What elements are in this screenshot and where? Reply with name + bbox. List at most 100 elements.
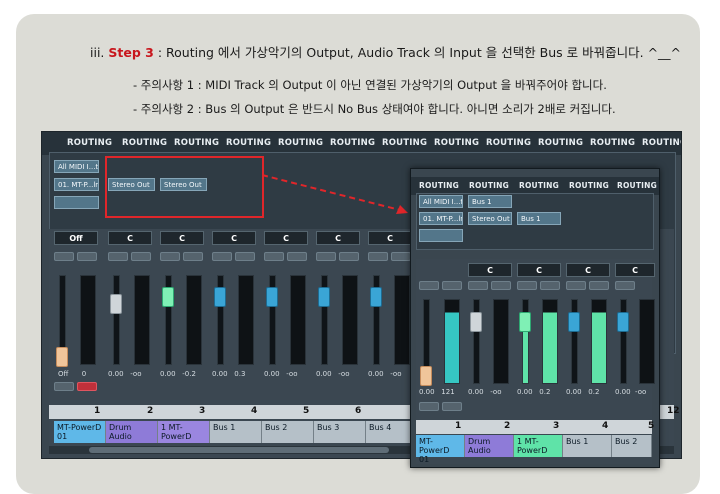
level-meter [238,275,254,365]
routing-label: ROUTING [469,181,509,190]
level-meter [80,275,96,365]
mute-button[interactable] [368,252,388,261]
pan-display[interactable]: C [368,231,412,245]
routing-output-button[interactable]: 01. MT-P...ln [419,212,463,225]
solo-button[interactable] [235,252,255,261]
routing-label: ROUTING [226,138,272,148]
channel-number: 6 [355,406,362,416]
mute-button[interactable] [419,281,439,290]
mute-button[interactable] [517,281,537,290]
mute-button[interactable] [212,252,232,261]
pan-display[interactable]: C [468,263,512,277]
routing-output-button[interactable]: Stereo Out [468,212,512,225]
track-name[interactable]: Drum Audio [106,421,158,443]
fader-handle[interactable] [56,347,68,367]
solo-button[interactable] [339,252,359,261]
mute-button[interactable] [316,252,336,261]
mute-button[interactable] [160,252,180,261]
mute-button[interactable] [468,281,488,290]
fader-handle[interactable] [370,287,382,307]
routing-label: ROUTING [590,138,636,148]
pan-display[interactable]: C [316,231,360,245]
pan-display[interactable]: C [160,231,204,245]
routing-label: ROUTING [382,138,428,148]
track-name[interactable]: 1 MT-PowerD [514,435,563,457]
level-meter [493,299,509,384]
pan-display[interactable]: C [108,231,152,245]
routing-label: ROUTING [617,181,657,190]
routing-input-button[interactable]: Bus 1 [468,195,512,208]
track-name[interactable]: Bus 1 [210,421,262,443]
level-meter [639,299,655,384]
mute-button[interactable] [264,252,284,261]
track-name[interactable]: MT-PowerD 01 [54,421,106,443]
solo-button[interactable] [540,281,560,290]
routing-label: ROUTING [174,138,220,148]
track-name[interactable]: Bus 1 [563,435,612,457]
solo-button[interactable] [442,281,462,290]
solo-button[interactable] [131,252,151,261]
solo-button[interactable] [589,281,609,290]
routing-empty-button[interactable] [54,196,99,209]
solo-button[interactable] [77,252,97,261]
fader-value: 0.00 0.2 [517,388,551,396]
fader-handle[interactable] [420,366,432,386]
routing-empty-button[interactable] [419,229,463,242]
step-header: iii. Step 3 : Routing 에서 가상악기의 Output, A… [90,42,681,61]
monitor-button[interactable] [419,402,439,411]
channel-number: 4 [251,406,258,416]
pan-display[interactable]: Off [54,231,98,245]
routing-label: ROUTING [434,138,480,148]
pan-display[interactable]: C [264,231,308,245]
solo-button[interactable] [491,281,511,290]
mute-button[interactable] [54,252,74,261]
mute-button[interactable] [108,252,128,261]
fader-handle[interactable] [617,312,629,332]
routing-output-button[interactable]: 01. MT-P...ln [54,178,99,191]
routing-label: ROUTING [538,138,584,148]
channel-number: 3 [553,421,560,431]
level-meter [394,275,410,365]
fader-handle[interactable] [266,287,278,307]
pan-display[interactable]: C [212,231,256,245]
solo-button[interactable] [183,252,203,261]
monitor-button[interactable] [54,382,74,391]
pan-display[interactable]: C [517,263,561,277]
fader-track[interactable] [113,275,120,365]
fader-handle[interactable] [519,312,531,332]
routing-input-button[interactable]: All MIDI I...ts [419,195,463,208]
fader-value: 0.00 121 [419,388,455,396]
mute-button[interactable] [566,281,586,290]
fader-handle[interactable] [568,312,580,332]
fader-handle[interactable] [162,287,174,307]
fader-handle[interactable] [214,287,226,307]
routing-label: ROUTING [330,138,376,148]
fader-handle[interactable] [110,294,122,314]
channel-number-row [416,420,652,434]
routing-label: ROUTING [419,181,459,190]
track-name[interactable]: Bus 2 [612,435,652,457]
track-name[interactable]: Bus 3 [314,421,366,443]
channel-number: 2 [147,406,154,416]
pan-display[interactable]: C [566,263,610,277]
record-button[interactable] [77,382,97,391]
level-meter [542,299,558,384]
solo-button[interactable] [287,252,307,261]
level-meter [134,275,150,365]
pan-display[interactable]: C [615,263,655,277]
fader-value: 0.00 -oo [615,388,647,396]
fader-handle[interactable] [470,312,482,332]
solo-button[interactable] [391,252,411,261]
track-name[interactable]: 1 MT-PowerD [158,421,210,443]
record-button[interactable] [442,402,462,411]
fader-value: 0.00 -oo [316,370,350,378]
track-name[interactable]: MT-PowerD 01 [416,435,465,464]
mute-button[interactable] [615,281,635,290]
fader-handle[interactable] [318,287,330,307]
track-name[interactable]: Bus 2 [262,421,314,443]
track-name[interactable]: Drum Audio [465,435,514,457]
routing-input-button[interactable]: All MIDI I...ts [54,160,99,173]
fader-value: 0.00 -oo [468,388,502,396]
scrollbar-thumb[interactable] [89,447,389,453]
routing-output-button[interactable]: Bus 1 [517,212,561,225]
